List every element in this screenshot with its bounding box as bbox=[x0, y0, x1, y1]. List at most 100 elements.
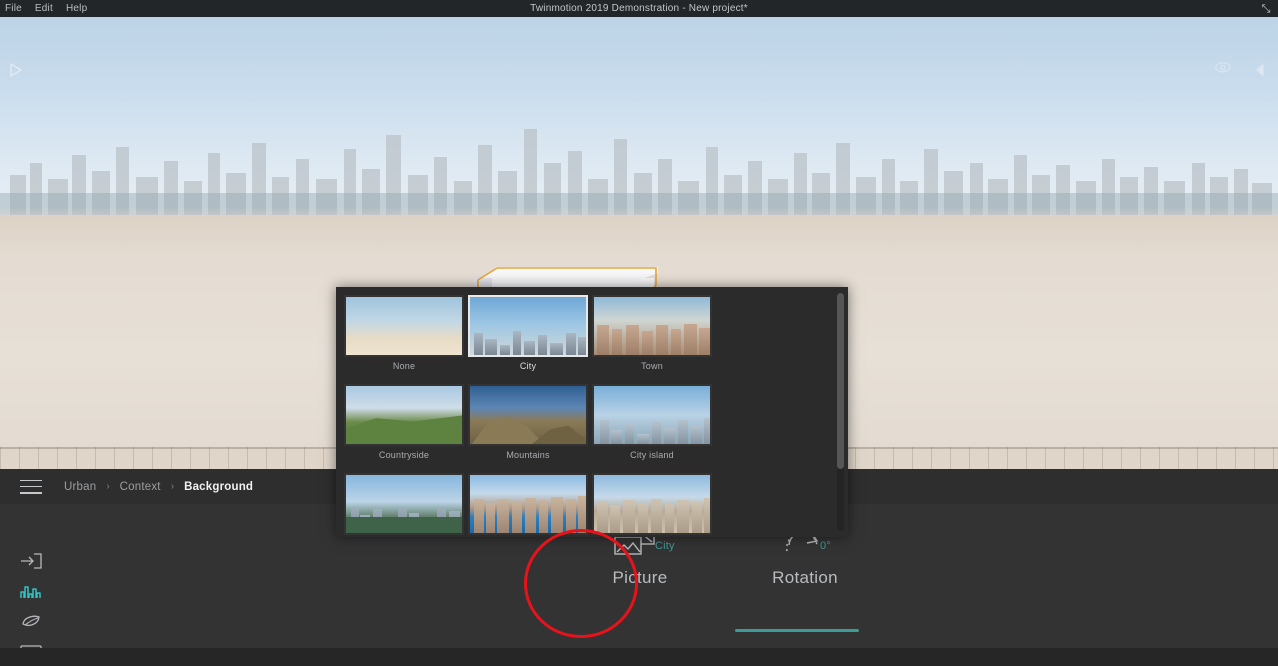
eye-icon[interactable] bbox=[1214, 61, 1232, 77]
thumbnail-label: City island bbox=[630, 450, 674, 460]
thumbnail-building bbox=[623, 500, 635, 533]
thumbnail-building bbox=[525, 498, 536, 533]
thumbnail-building bbox=[611, 430, 622, 444]
thumbnail-item-8[interactable] bbox=[590, 473, 714, 537]
thumbnail-image bbox=[468, 473, 588, 535]
thumbnail-building bbox=[664, 428, 675, 444]
thumbnail-city[interactable]: City bbox=[466, 295, 590, 371]
thumbnail-building bbox=[524, 341, 535, 355]
thumbnail-building bbox=[566, 333, 576, 355]
thumbnail-city-island[interactable]: City island bbox=[590, 384, 714, 460]
thumbnail-building bbox=[551, 497, 563, 533]
hamburger-icon[interactable] bbox=[20, 479, 42, 494]
background-picker-panel[interactable]: None City Town Countryside Mountains City isl… bbox=[336, 287, 848, 537]
thumbnail-building bbox=[497, 499, 509, 533]
thumbnail-image bbox=[468, 384, 588, 446]
panel-scrollbar-track[interactable] bbox=[837, 293, 844, 531]
import-icon[interactable] bbox=[18, 552, 44, 574]
maximize-icon[interactable]: ⤡ bbox=[1260, 3, 1272, 15]
thumbnail-building bbox=[671, 329, 681, 355]
thumbnail-building bbox=[578, 496, 586, 533]
thumbnail-building bbox=[678, 420, 688, 444]
picture-label: Picture bbox=[612, 568, 668, 587]
thumbnail-scroll-area[interactable]: None City Town Countryside Mountains City isl… bbox=[336, 287, 836, 537]
thumbnail-building bbox=[538, 335, 547, 355]
picture-value: City bbox=[655, 540, 675, 552]
mountain-ridge bbox=[472, 417, 544, 444]
thumbnail-none[interactable]: None bbox=[342, 295, 466, 371]
thumbnail-building bbox=[652, 422, 661, 444]
thumbnail-building bbox=[665, 504, 674, 533]
thumbnail-building bbox=[638, 503, 648, 533]
thumbnail-building bbox=[699, 328, 710, 355]
thumbnail-building bbox=[642, 331, 653, 355]
thumbnail-art bbox=[470, 297, 586, 355]
menu-bar: File Edit Help bbox=[0, 3, 87, 14]
thumbnail-building bbox=[691, 426, 702, 444]
thumbnail-building bbox=[512, 501, 522, 533]
thumbnail-label: Mountains bbox=[506, 450, 550, 460]
status-bar bbox=[0, 648, 1278, 666]
urban-icon[interactable] bbox=[18, 582, 44, 604]
hill bbox=[346, 415, 462, 444]
nature-icon[interactable] bbox=[18, 612, 44, 634]
thumbnail-building bbox=[651, 499, 662, 533]
thumbnail-building bbox=[597, 501, 608, 533]
thumbnail-image bbox=[592, 473, 712, 535]
breadcrumb-item-context[interactable]: Context bbox=[120, 481, 161, 493]
rotation-slider[interactable] bbox=[735, 629, 859, 632]
thumbnail-image bbox=[344, 473, 464, 535]
thumbnail-building bbox=[500, 345, 510, 355]
twinmotion-window: File Edit Help Twinmotion 2019 Demonstra… bbox=[0, 0, 1278, 666]
thumbnail-building bbox=[704, 418, 710, 444]
thumbnail-building bbox=[578, 337, 586, 355]
thumbnail-art bbox=[346, 386, 462, 444]
rotation-label: Rotation bbox=[772, 568, 838, 587]
thumbnail-image bbox=[344, 295, 464, 357]
thumbnail-building bbox=[485, 339, 497, 355]
thumbnail-art bbox=[346, 297, 462, 355]
thumbnail-building bbox=[474, 499, 484, 533]
thumbnail-building bbox=[684, 324, 697, 355]
thumbnail-building bbox=[656, 325, 668, 355]
thumbnail-building bbox=[626, 325, 639, 355]
panel-scrollbar-thumb[interactable] bbox=[837, 293, 844, 469]
thumbnail-building bbox=[637, 434, 649, 444]
thumbnail-building bbox=[474, 333, 483, 355]
thumbnail-art bbox=[594, 475, 710, 533]
thumbnail-label: None bbox=[392, 361, 416, 371]
thumbnail-building bbox=[692, 502, 702, 533]
menu-file[interactable]: File bbox=[5, 3, 22, 14]
thumbnail-art bbox=[470, 386, 586, 444]
thumbnail-mountains[interactable]: Mountains bbox=[466, 384, 590, 460]
thumbnail-building bbox=[597, 325, 609, 355]
thumbnail-waterfront[interactable]: Waterfront bbox=[466, 473, 590, 537]
thumbnail-building bbox=[625, 424, 634, 444]
thumbnail-grid: None City Town Countryside Mountains City isl… bbox=[342, 295, 830, 537]
thumbnail-image bbox=[592, 384, 712, 446]
thumbnail-countryside[interactable]: Countryside bbox=[342, 384, 466, 460]
thumbnail-image bbox=[592, 295, 712, 357]
thumbnail-art bbox=[594, 297, 710, 355]
thumbnail-building bbox=[550, 343, 563, 355]
chevron-left-icon[interactable] bbox=[1252, 61, 1270, 77]
breadcrumb-item-background[interactable]: Background bbox=[184, 481, 253, 493]
city-skyline bbox=[0, 129, 1278, 217]
thumbnail-bay[interactable]: Bay bbox=[342, 473, 466, 537]
thumbnail-building bbox=[539, 500, 548, 533]
thumbnail-label: City bbox=[519, 361, 537, 371]
thumbnail-building bbox=[486, 503, 495, 533]
thumbnail-art bbox=[470, 475, 586, 533]
thumbnail-art bbox=[346, 475, 462, 533]
thumbnail-town[interactable]: Town bbox=[590, 295, 714, 371]
menu-edit[interactable]: Edit bbox=[35, 3, 53, 14]
breadcrumb-item-urban[interactable]: Urban bbox=[64, 481, 96, 493]
breadcrumb-separator: › bbox=[106, 481, 110, 492]
menu-help[interactable]: Help bbox=[66, 3, 87, 14]
play-icon[interactable] bbox=[6, 61, 24, 79]
rotation-value: 0° bbox=[820, 540, 831, 552]
waterline bbox=[346, 517, 462, 533]
title-bar: File Edit Help Twinmotion 2019 Demonstra… bbox=[0, 0, 1278, 17]
thumbnail-building bbox=[677, 500, 689, 533]
breadcrumb-separator: › bbox=[170, 481, 175, 492]
